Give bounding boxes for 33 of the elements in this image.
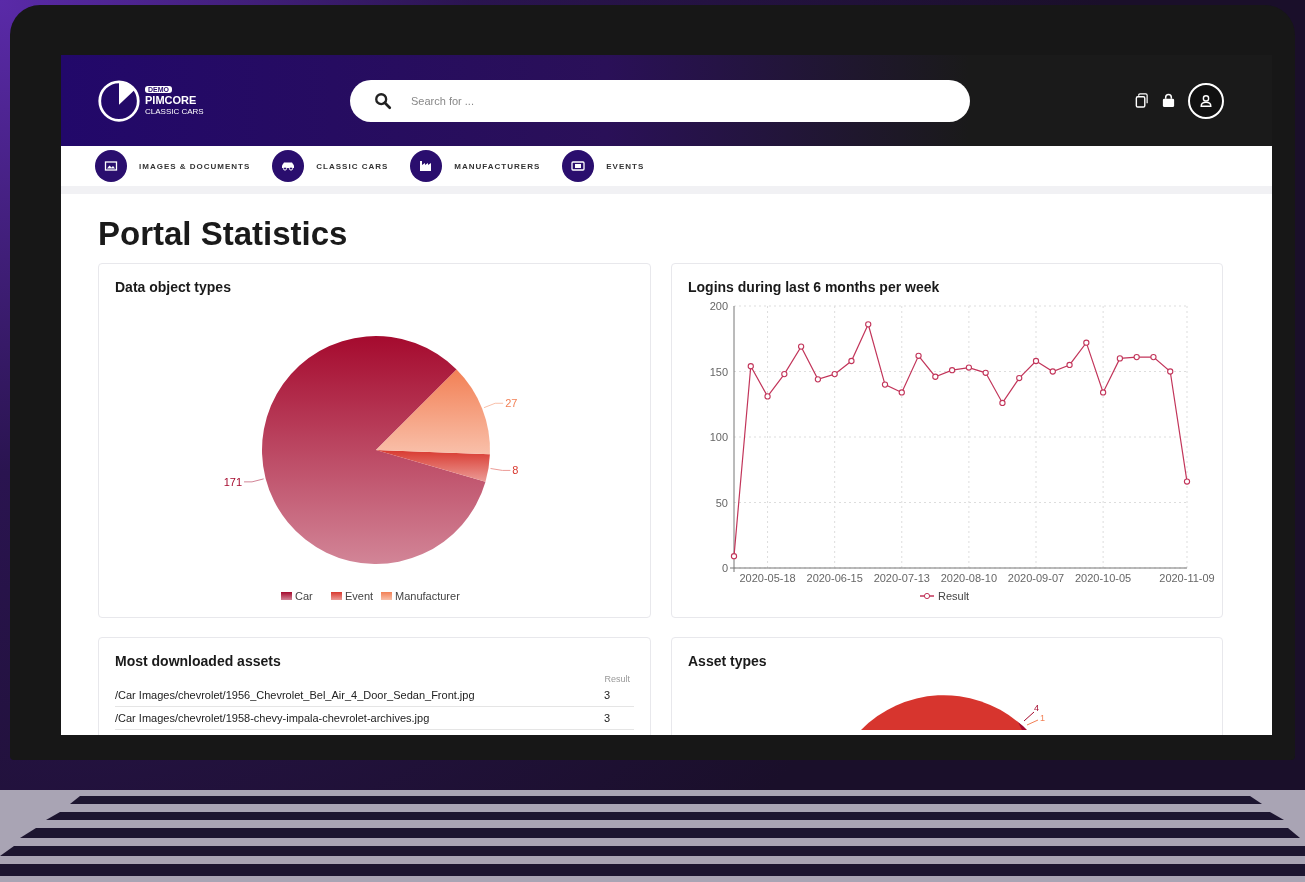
slice-label: 8 <box>512 464 519 477</box>
card-title: Asset types <box>688 652 768 670</box>
x-tick-label: 2020-06-15 <box>806 572 863 584</box>
card-title: Data object types <box>115 278 232 296</box>
x-tick-label: 2020-11-09 <box>1159 572 1215 584</box>
card-title: Most downloaded assets <box>115 652 282 670</box>
y-tick-label: 50 <box>715 496 728 509</box>
slice-label: 4 <box>1034 703 1039 713</box>
x-tick-label: 2020-08-10 <box>940 572 998 584</box>
card-title: Logins during last 6 months per week <box>688 278 941 296</box>
column-header: Result <box>604 674 630 684</box>
legend-label: Car <box>295 590 313 602</box>
table-cell-text: 3 <box>604 689 612 701</box>
table-cell-text: /Car Images/chevrolet/1958-chevy-impala-chevrolet-archives.jpg <box>115 712 431 724</box>
y-tick-label: 200 <box>709 300 728 312</box>
y-tick-label: 0 <box>721 562 728 574</box>
legend-label: Result <box>938 590 970 602</box>
x-tick-label: 2020-10-05 <box>1074 572 1132 584</box>
slice-label: 171 <box>223 475 243 488</box>
logo-name: PIMCORE <box>145 93 197 106</box>
table-cell-text: /Car Images/chevrolet/1956_Chevrolet_Bel_Air_4_Door_Sedan_Front.jpg <box>115 689 476 701</box>
logo-tagline: CLASSIC CARS <box>145 106 204 116</box>
y-tick-label: 100 <box>709 431 728 443</box>
x-tick-label: 2020-07-13 <box>873 572 930 584</box>
slice-label: 27 <box>505 397 518 410</box>
page-title: Portal Statistics <box>98 214 349 254</box>
y-tick-label: 150 <box>709 365 728 378</box>
legend-label: Manufacturer <box>395 590 460 602</box>
slice-label: 1 <box>1040 713 1045 723</box>
x-tick-label: 2020-09-07 <box>1007 572 1065 584</box>
x-tick-label: 2020-05-18 <box>739 572 796 584</box>
legend-label: Event <box>345 590 374 602</box>
table-cell-text: 3 <box>604 712 612 724</box>
